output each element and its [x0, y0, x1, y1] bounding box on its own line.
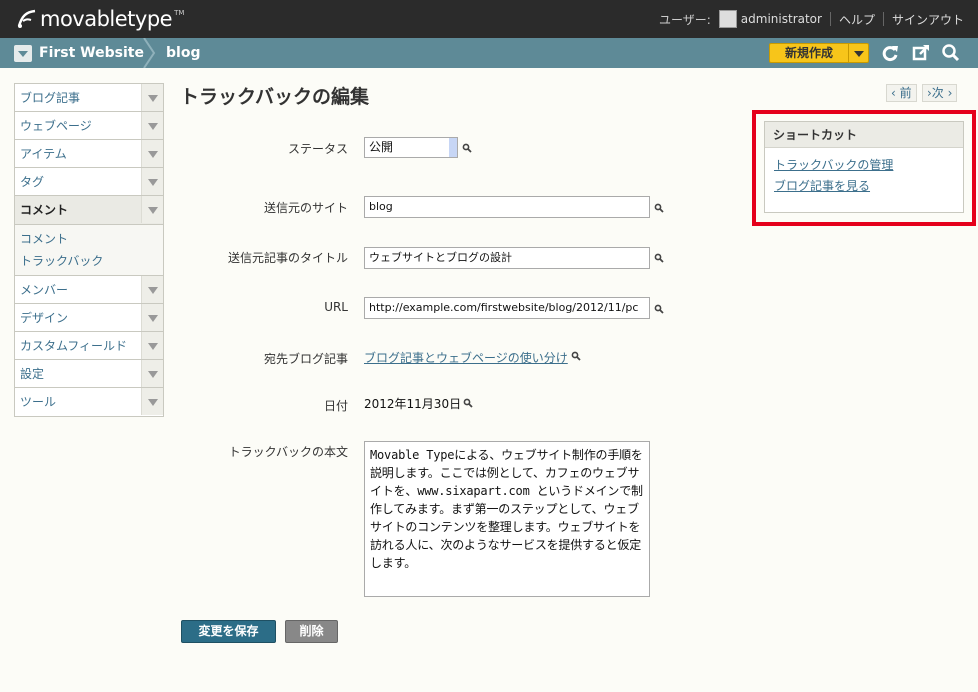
logo-trademark: TM [174, 9, 185, 17]
chevron-down-icon[interactable] [854, 51, 864, 57]
user-menu: ユーザー: administrator ヘルプ サインアウト [659, 0, 964, 38]
divider [882, 12, 884, 26]
chevron-down-icon[interactable] [141, 276, 163, 303]
body-label: トラックバックの本文 [228, 445, 348, 459]
source-title-label: 送信元記事のタイトル [227, 251, 348, 265]
shortcut-widget: ショートカット トラックバックの管理 ブログ記事を見る [764, 121, 964, 213]
chevron-down-icon[interactable] [141, 332, 163, 359]
date-label: 日付 [323, 399, 348, 413]
sidebar-item-assets[interactable]: アイテム [15, 140, 163, 168]
search-icon[interactable] [654, 253, 664, 263]
sidebar-item-label: アイテム [20, 147, 67, 161]
view-entry-link[interactable]: ブログ記事を見る [774, 179, 963, 194]
divider [848, 44, 849, 62]
prev-button[interactable]: ‹ 前 [886, 84, 917, 102]
divider [829, 12, 831, 26]
sidebar-item-tools[interactable]: ツール [15, 388, 163, 416]
search-icon[interactable] [941, 43, 961, 63]
website-name[interactable]: First Website [39, 38, 144, 68]
sidebar-item-label: メンバー [20, 283, 69, 297]
blog-name[interactable]: blog [166, 38, 200, 68]
search-icon[interactable] [571, 351, 581, 361]
sidebar-item-pages[interactable]: ウェブページ [15, 112, 163, 140]
refresh-icon[interactable] [880, 43, 900, 63]
logo-swirl-icon [17, 9, 36, 28]
status-label: ステータス [287, 142, 348, 156]
sidebar-item-label: カスタムフィールド [20, 339, 128, 353]
source-site-input[interactable]: blog [364, 196, 650, 218]
logo-text: movabletype [40, 7, 173, 31]
sidebar-subitem-comments[interactable]: コメント [15, 228, 163, 250]
manage-trackbacks-link[interactable]: トラックバックの管理 [774, 158, 963, 173]
movabletype-logo[interactable]: movabletype TM [16, 6, 184, 32]
sidebar-item-comments[interactable]: コメント [15, 196, 163, 224]
global-header: movabletype TM ユーザー: administrator ヘルプ サ… [0, 0, 978, 38]
chevron-down-icon[interactable] [141, 140, 163, 167]
avatar [718, 10, 737, 28]
help-link[interactable]: ヘルプ [839, 11, 875, 28]
source-title-input[interactable]: ウェブサイトとブログの設計 [364, 247, 650, 269]
sidebar-item-label: ツール [20, 395, 57, 409]
chevron-down-icon[interactable] [449, 138, 457, 157]
chevron-down-icon[interactable] [141, 196, 163, 223]
site-selector-button[interactable] [14, 45, 32, 62]
status-select[interactable]: 公開 [364, 137, 458, 158]
sidebar-item-tags[interactable]: タグ [15, 168, 163, 196]
context-bar: First Website blog 新規作成 [0, 38, 978, 68]
sidebar-item-label: デザイン [20, 311, 69, 325]
chevron-down-icon[interactable] [141, 84, 163, 111]
sidebar-submenu-comments: コメント トラックバック [15, 224, 163, 276]
sidebar-item-settings[interactable]: 設定 [15, 360, 163, 388]
status-value: 公開 [369, 140, 394, 154]
sidebar-item-label: タグ [20, 175, 45, 189]
new-create-button[interactable]: 新規作成 [769, 43, 869, 63]
new-create-label: 新規作成 [784, 46, 833, 60]
search-icon[interactable] [462, 143, 472, 153]
search-icon[interactable] [654, 203, 664, 213]
signout-link[interactable]: サインアウト [892, 11, 964, 28]
chevron-down-icon[interactable] [141, 388, 163, 415]
shortcut-title: ショートカット [765, 122, 963, 148]
sidebar-item-label: コメント [20, 203, 69, 217]
target-entry-link[interactable]: ブログ記事とウェブページの使い分け [364, 349, 568, 366]
sidebar-item-members[interactable]: メンバー [15, 276, 163, 304]
sidebar-subitem-trackbacks[interactable]: トラックバック [15, 250, 163, 272]
save-button[interactable]: 変更を保存 [181, 620, 276, 643]
chevron-down-icon[interactable] [141, 360, 163, 387]
user-label: ユーザー: [658, 12, 711, 27]
search-icon[interactable] [654, 304, 664, 314]
username-link[interactable]: administrator [741, 12, 822, 26]
url-input[interactable]: http://example.com/firstwebsite/blog/201… [364, 297, 650, 319]
date-value: 2012年11月30日 [364, 397, 462, 411]
breadcrumb-arrow-icon [143, 38, 156, 68]
sidebar-menu: ブログ記事 ウェブページ アイテム タグ コメント コメント トラックバック メ… [14, 83, 164, 417]
sidebar-item-label: ブログ記事 [20, 91, 81, 105]
delete-button[interactable]: 削除 [285, 620, 338, 643]
chevron-down-icon[interactable] [141, 304, 163, 331]
chevron-down-icon[interactable] [141, 168, 163, 195]
sidebar-item-label: 設定 [20, 367, 45, 381]
page-title: トラックバックの編集 [180, 86, 370, 108]
view-site-icon[interactable] [911, 43, 931, 63]
target-entry-label: 宛先ブログ記事 [263, 352, 348, 366]
next-button[interactable]: ›次 › [922, 84, 958, 102]
sidebar-item-custom-fields[interactable]: カスタムフィールド [15, 332, 163, 360]
body-textarea[interactable]: Movable Typeによる、ウェブサイト制作の手順を説明します。ここでは例と… [364, 441, 650, 597]
url-label: URL [324, 300, 348, 314]
sidebar-item-design[interactable]: デザイン [15, 304, 163, 332]
chevron-down-icon[interactable] [141, 112, 163, 139]
sidebar-item-label: ウェブページ [20, 119, 92, 133]
source-site-label: 送信元のサイト [263, 201, 348, 215]
search-icon[interactable] [463, 398, 473, 408]
sidebar-item-entries[interactable]: ブログ記事 [15, 84, 163, 112]
